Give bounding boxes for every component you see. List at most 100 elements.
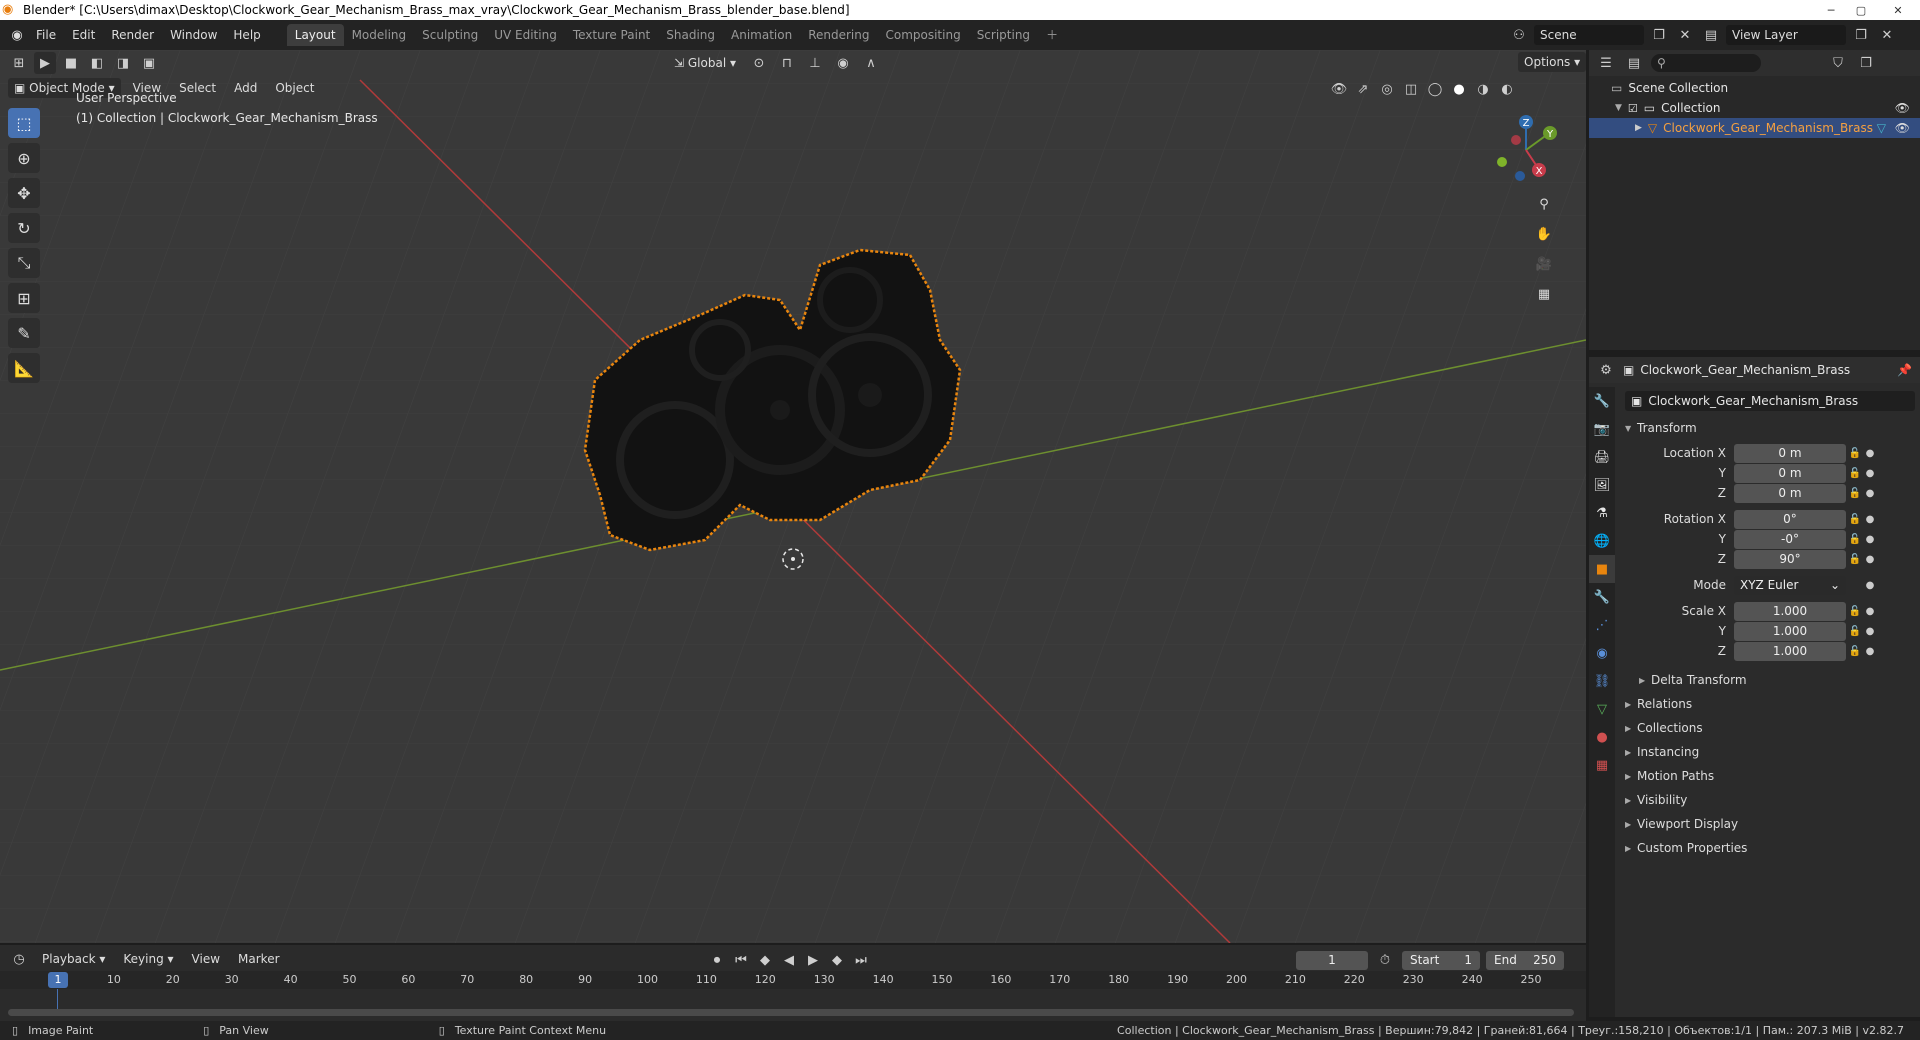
pan-hand-icon[interactable]: ✋ — [1532, 222, 1556, 246]
custom-properties-panel-header[interactable]: ▶ Custom Properties — [1625, 837, 1747, 859]
menu-help[interactable]: Help — [225, 28, 268, 42]
orientation-dropdown[interactable]: ⇲ Global ▾ — [668, 53, 742, 73]
camera-view-icon[interactable]: 🎥 — [1532, 252, 1556, 276]
instancing-panel-header[interactable]: ▶ Instancing — [1625, 741, 1699, 763]
minimize-icon[interactable]: ─ — [1816, 0, 1846, 20]
viewport-display-panel-header[interactable]: ▶ Viewport Display — [1625, 813, 1738, 835]
timeline-scrollbar[interactable] — [8, 1009, 1574, 1016]
tab-rendering[interactable]: Rendering — [800, 24, 877, 46]
collection-eye-icon[interactable]: 👁 — [1895, 101, 1910, 115]
keying-menu[interactable]: Keying ▾ — [117, 949, 179, 969]
scale-z-field[interactable]: 1.000 — [1734, 641, 1846, 661]
outliner-row-object[interactable]: ▶ ▽ Clockwork_Gear_Mechanism_Brass ▽ 👁 — [1589, 118, 1920, 138]
tab-compositing[interactable]: Compositing — [877, 24, 968, 46]
scale-x-field[interactable]: 1.000 — [1734, 601, 1846, 621]
options-dropdown[interactable]: Options ▾ — [1518, 52, 1586, 72]
pin-icon[interactable]: 📌 — [1897, 363, 1912, 377]
object-name-field[interactable]: ▣ Clockwork_Gear_Mechanism_Brass — [1625, 391, 1915, 411]
snap-icon[interactable]: ⊓ — [776, 52, 798, 74]
add-workspace-icon[interactable]: ＋ — [1038, 24, 1066, 46]
location-x-field[interactable]: 0 m — [1734, 443, 1846, 463]
rendered-shading-icon[interactable]: ◐ — [1496, 78, 1518, 100]
constraints-tab-icon[interactable]: ⛓ — [1589, 667, 1615, 695]
annotate-tool-icon[interactable]: ✎ — [8, 318, 40, 348]
location-x-lock-icon[interactable]: 🔓 — [1846, 448, 1864, 459]
scale-tool-icon[interactable]: ⤡ — [8, 248, 40, 278]
prev-keyframe-icon[interactable]: ◆ — [754, 949, 776, 971]
scale-z-keyframe-icon[interactable]: ● — [1864, 646, 1876, 657]
proportional-edit-icon[interactable]: ◉ — [832, 52, 854, 74]
record-icon[interactable]: ⏺ — [706, 949, 728, 971]
collections-panel-header[interactable]: ▶ Collections — [1625, 717, 1703, 739]
menu-window[interactable]: Window — [162, 28, 225, 42]
motion-paths-panel-header[interactable]: ▶ Motion Paths — [1625, 765, 1714, 787]
zoom-icon[interactable]: ⚲ — [1532, 192, 1556, 216]
delete-view-layer-icon[interactable]: ✕ — [1876, 24, 1898, 46]
rotation-z-keyframe-icon[interactable]: ● — [1864, 554, 1876, 565]
new-collection-icon[interactable]: ❐ — [1855, 52, 1877, 74]
scale-y-keyframe-icon[interactable]: ● — [1864, 626, 1876, 637]
move-tool-icon[interactable]: ✥ — [8, 178, 40, 208]
view-layer-icon[interactable]: ▤ — [1700, 24, 1722, 46]
keyframe-area[interactable] — [0, 989, 1586, 1009]
scene-name-field[interactable]: Scene — [1534, 25, 1644, 45]
material-tab-icon[interactable]: ● — [1589, 723, 1615, 751]
location-y-keyframe-icon[interactable]: ● — [1864, 468, 1876, 479]
scale-y-lock-icon[interactable]: 🔓 — [1846, 626, 1864, 637]
outliner-row-collection[interactable]: ▼ ☑ ▭ Collection 👁 — [1589, 98, 1920, 118]
render-tab-icon[interactable]: 📷 — [1589, 415, 1615, 443]
data-tab-icon[interactable]: ▽ — [1589, 695, 1615, 723]
location-x-keyframe-icon[interactable]: ● — [1864, 448, 1876, 459]
visibility-panel-header[interactable]: ▶ Visibility — [1625, 789, 1687, 811]
tab-uv-editing[interactable]: UV Editing — [486, 24, 565, 46]
rotation-mode-keyframe-icon[interactable]: ● — [1864, 580, 1876, 591]
rotation-x-field[interactable]: 0° — [1734, 509, 1846, 529]
snap-target-icon[interactable]: ⊥ — [804, 52, 826, 74]
new-view-layer-icon[interactable]: ❐ — [1850, 24, 1872, 46]
location-y-field[interactable]: 0 m — [1734, 463, 1846, 483]
end-frame-field[interactable]: End 250 — [1486, 950, 1564, 970]
scene-icon[interactable]: ⚇ — [1508, 24, 1530, 46]
tab-animation[interactable]: Animation — [723, 24, 800, 46]
rotate-tool-icon[interactable]: ↻ — [8, 213, 40, 243]
menu-render[interactable]: Render — [103, 28, 162, 42]
jump-start-icon[interactable]: ⏮ — [730, 949, 752, 971]
texture-tab-icon[interactable]: ▦ — [1589, 751, 1615, 779]
rotation-y-field[interactable]: -0° — [1734, 529, 1846, 549]
navigation-gizmo[interactable]: Z Y X — [1486, 110, 1566, 190]
marker-menu[interactable]: Marker — [232, 949, 285, 969]
transform-panel-header[interactable]: ▼ Transform — [1625, 417, 1697, 439]
scale-x-lock-icon[interactable]: 🔓 — [1846, 606, 1864, 617]
timeline-editor-icon[interactable]: ◷ — [8, 948, 30, 970]
menu-edit[interactable]: Edit — [64, 28, 103, 42]
play-reverse-icon[interactable]: ◀ — [778, 949, 800, 971]
display-mode-icon[interactable]: ▤ — [1623, 52, 1645, 74]
frame-ruler[interactable]: 1 10 20 30 40 50 60 70 80 90 100 110 120 130 140 150 16… — [0, 971, 1586, 989]
mesh-data-icon[interactable]: ▽ — [1877, 121, 1886, 135]
pivot-icon[interactable]: ⊙ — [748, 52, 770, 74]
jump-end-icon[interactable]: ⏭ — [850, 949, 872, 971]
relations-panel-header[interactable]: ▶ Relations — [1625, 693, 1692, 715]
falloff-icon[interactable]: ∧ — [860, 52, 882, 74]
start-frame-field[interactable]: Start 1 — [1402, 950, 1480, 970]
transform-tool-icon[interactable]: ⊞ — [8, 283, 40, 313]
rotation-z-lock-icon[interactable]: 🔓 — [1846, 554, 1864, 565]
next-keyframe-icon[interactable]: ◆ — [826, 949, 848, 971]
scale-z-lock-icon[interactable]: 🔓 — [1846, 646, 1864, 657]
3d-viewport[interactable]: ⊞ ▶ ■ ◧ ◨ ▣ ⇲ Global ▾ ⊙ ⊓ ⊥ ◉ ∧ Options… — [0, 50, 1586, 943]
tab-sculpting[interactable]: Sculpting — [414, 24, 486, 46]
maximize-icon[interactable]: ▢ — [1846, 0, 1876, 20]
rotation-z-field[interactable]: 90° — [1734, 549, 1846, 569]
filter-icon[interactable]: ⛉ — [1827, 52, 1849, 74]
measure-tool-icon[interactable]: 📐 — [8, 353, 40, 383]
location-z-lock-icon[interactable]: 🔓 — [1846, 488, 1864, 499]
rotation-x-keyframe-icon[interactable]: ● — [1864, 514, 1876, 525]
select-tool-icon[interactable]: ▶ — [34, 52, 56, 74]
blender-menu-icon[interactable]: ◉ — [6, 24, 28, 46]
delta-transform-header[interactable]: ▶ Delta Transform — [1639, 669, 1747, 691]
cursor-tool-icon[interactable]: ⊕ — [8, 143, 40, 173]
menu-file[interactable]: File — [28, 28, 64, 42]
wireframe-shading-icon[interactable]: ◯ — [1424, 78, 1446, 100]
rotation-y-lock-icon[interactable]: 🔓 — [1846, 534, 1864, 545]
expand-arrow-icon[interactable]: ▼ — [1615, 103, 1622, 113]
